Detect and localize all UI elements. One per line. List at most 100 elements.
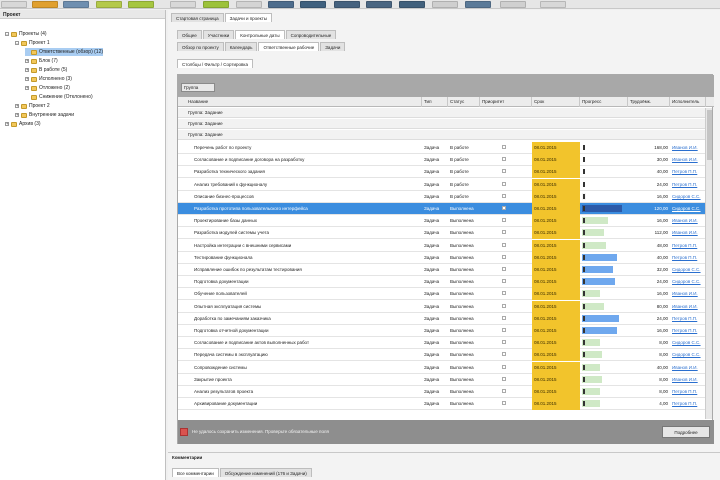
tab-bottom.tabs-0[interactable]: Все комментарии bbox=[172, 468, 219, 477]
tab-tabs_row3-3[interactable]: Задачи bbox=[320, 42, 346, 51]
row-checkbox[interactable] bbox=[502, 230, 506, 235]
tb-btn-5[interactable] bbox=[128, 1, 154, 8]
column-header[interactable]: Тип bbox=[422, 97, 448, 107]
row-checkbox[interactable] bbox=[502, 315, 506, 320]
tree-expander[interactable]: + bbox=[15, 113, 19, 117]
tb-btn-10[interactable] bbox=[300, 1, 326, 8]
tree-expander[interactable]: + bbox=[25, 77, 29, 81]
row-checkbox[interactable] bbox=[502, 291, 506, 296]
cell-user-link[interactable]: Иванов И.И. bbox=[670, 288, 706, 300]
tab-tabs_row3-2[interactable]: Ответственные рабочие bbox=[258, 42, 320, 51]
row-checkbox[interactable] bbox=[502, 267, 506, 271]
tb-btn-9[interactable] bbox=[268, 1, 294, 8]
group-row[interactable]: Группа: Задание bbox=[178, 119, 706, 129]
table-row[interactable]: Доработка по замечаниям заказчика Задача В… bbox=[178, 312, 706, 325]
tree-expander[interactable]: + bbox=[25, 68, 29, 72]
cell-user-link[interactable]: Петров П.П. bbox=[670, 386, 706, 398]
grid-vertical-scrollbar[interactable] bbox=[705, 108, 712, 419]
column-header[interactable]: Исполнитель bbox=[670, 97, 706, 107]
cell-user-link[interactable]: Петров П.П. bbox=[670, 398, 706, 410]
table-row[interactable]: Проектирование базы данных Задача Выполнен… bbox=[178, 215, 706, 228]
tb-btn-1[interactable] bbox=[1, 1, 27, 8]
table-row[interactable]: Исправление ошибок по результатам тестир… bbox=[178, 264, 706, 276]
column-header[interactable]: Срок bbox=[532, 97, 580, 107]
cell-user-link[interactable]: Иванов И.И. bbox=[670, 301, 706, 313]
tree-item[interactable]: + В работе (5) bbox=[25, 66, 67, 74]
group-row[interactable]: Группа: Задание bbox=[178, 130, 706, 140]
tb-btn-17[interactable] bbox=[540, 1, 566, 8]
tree-expander[interactable]: - bbox=[5, 32, 9, 36]
tree-item[interactable]: + Проект 2 bbox=[15, 102, 50, 110]
cell-user-link[interactable]: Иванов И.И. bbox=[670, 227, 706, 239]
tab-tabs_row1-1[interactable]: Задачи и проекты bbox=[224, 13, 272, 22]
tb-btn-4[interactable] bbox=[96, 1, 122, 8]
row-checkbox[interactable] bbox=[502, 376, 506, 381]
tb-btn-14[interactable] bbox=[432, 1, 458, 8]
column-header[interactable]: Трудоёмк. bbox=[628, 97, 670, 107]
row-checkbox[interactable] bbox=[502, 218, 506, 223]
scrollbar-thumb[interactable] bbox=[707, 110, 712, 160]
tb-btn-13[interactable] bbox=[399, 1, 425, 8]
group-chip[interactable]: Группа bbox=[181, 83, 215, 92]
tab-tabs_row2-1[interactable]: Участники bbox=[202, 30, 235, 39]
tree-item[interactable]: + Внутренние задачи bbox=[15, 111, 74, 119]
table-row[interactable]: Согласование и подписание актов выполнен… bbox=[178, 337, 706, 350]
group-row[interactable]: Группа: Задание bbox=[178, 108, 706, 118]
row-checkbox[interactable] bbox=[502, 279, 506, 284]
tab-tabs_row3-0[interactable]: Обзор по проекту bbox=[177, 42, 224, 51]
tree-expander[interactable]: + bbox=[5, 122, 9, 126]
tab-tabs_row1-0[interactable]: Стартовая страница bbox=[171, 13, 224, 22]
tab-bottom.tabs-1[interactable]: Обсуждение изменений (176 и Задачи) bbox=[219, 468, 312, 477]
row-checkbox[interactable] bbox=[502, 352, 506, 357]
column-header[interactable]: Прогресс bbox=[580, 97, 628, 107]
column-header[interactable]: Название bbox=[186, 97, 422, 107]
table-row[interactable]: Согласование и подписание договора на ра… bbox=[178, 154, 706, 167]
row-checkbox[interactable] bbox=[502, 303, 506, 308]
cell-user-link[interactable]: Петров П.П. bbox=[670, 252, 706, 264]
tb-btn-6[interactable] bbox=[170, 1, 196, 8]
cell-user-link[interactable]: Иванов И.И. bbox=[670, 142, 706, 154]
cell-user-link[interactable]: Иванов И.И. bbox=[670, 154, 706, 166]
cell-user-link[interactable]: Сидоров С.С. bbox=[670, 276, 706, 288]
row-checkbox[interactable] bbox=[502, 181, 506, 186]
tree-item[interactable]: - Проект 1 bbox=[15, 39, 50, 47]
cell-user-link[interactable]: Петров П.П. bbox=[670, 179, 706, 191]
tree-item[interactable]: Снижение (Отклонено) bbox=[25, 93, 93, 101]
tree-expander[interactable]: - bbox=[15, 41, 19, 45]
cell-user-link[interactable]: Иванов И.И. bbox=[670, 215, 706, 227]
tree-item[interactable]: + Блок (7) bbox=[25, 57, 58, 65]
table-row[interactable]: Анализ результатов проекта Задача Выполнен… bbox=[178, 386, 706, 398]
tree-item[interactable]: Ответственные (обзор) (12) bbox=[25, 48, 104, 56]
cell-user-link[interactable]: Сидоров С.С. bbox=[670, 264, 706, 276]
table-row[interactable]: Подготовка документации Задача Выполнена 08… bbox=[178, 276, 706, 289]
tb-btn-16[interactable] bbox=[500, 1, 526, 8]
tb-btn-2[interactable] bbox=[32, 1, 58, 8]
table-row[interactable]: Разработка модулей системы учета Задача Вы… bbox=[178, 227, 706, 240]
tb-btn-8[interactable] bbox=[236, 1, 262, 8]
row-checkbox[interactable] bbox=[502, 169, 506, 174]
row-checkbox[interactable] bbox=[502, 206, 506, 210]
row-checkbox[interactable] bbox=[502, 328, 506, 332]
cell-user-link[interactable]: Петров П.П. bbox=[670, 325, 706, 337]
cell-user-link[interactable]: Сидоров С.С. bbox=[670, 203, 706, 215]
tab-tabs_row2-3[interactable]: Сопроводительные bbox=[285, 30, 337, 39]
table-row[interactable]: Разработка технического задания Задача В р… bbox=[178, 166, 706, 179]
row-checkbox[interactable] bbox=[502, 242, 506, 247]
cell-user-link[interactable]: Сидоров С.С. bbox=[670, 349, 706, 361]
row-checkbox[interactable] bbox=[502, 401, 506, 406]
table-row[interactable]: Тестирование функционала Задача Выполнена 0… bbox=[178, 251, 706, 264]
table-row[interactable]: Сопровождение системы Задача Выполнена 08.0… bbox=[178, 361, 706, 374]
table-row[interactable]: Передача системы в эксплуатацию Задача Вып… bbox=[178, 349, 706, 362]
row-checkbox[interactable] bbox=[502, 340, 506, 345]
details-button[interactable]: Подробнее bbox=[662, 426, 710, 438]
tree-expander[interactable]: + bbox=[25, 86, 29, 90]
table-row[interactable]: Анализ требований к функционалу Задача В р… bbox=[178, 178, 706, 191]
row-checkbox[interactable] bbox=[502, 145, 506, 149]
tree-item[interactable]: + Архив (3) bbox=[5, 120, 41, 128]
tb-btn-3[interactable] bbox=[63, 1, 89, 8]
tb-btn-15[interactable] bbox=[465, 1, 491, 8]
tab-tabs_row2-0[interactable]: Общее bbox=[177, 30, 202, 39]
column-header[interactable]: Статус bbox=[448, 97, 480, 107]
row-checkbox[interactable] bbox=[502, 254, 506, 259]
tb-btn-12[interactable] bbox=[366, 1, 392, 8]
